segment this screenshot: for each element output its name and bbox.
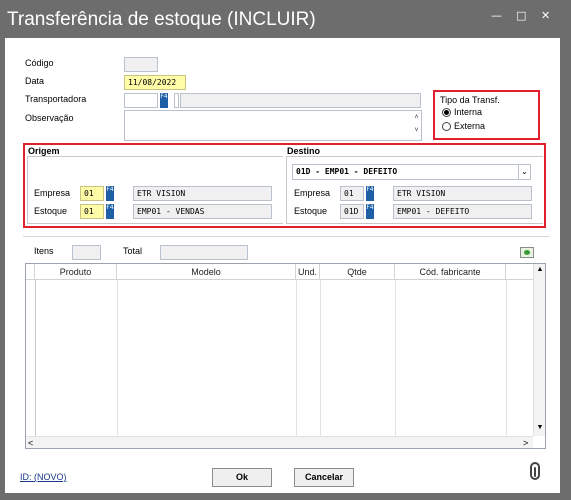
scroll-right-icon[interactable]: > bbox=[523, 437, 528, 449]
radio-externa-label[interactable]: Externa bbox=[454, 121, 485, 131]
scroll-up-icon[interactable]: ▲ bbox=[534, 266, 546, 273]
codigo-label: Código bbox=[25, 58, 54, 68]
items-grid: Produto Modelo Und. Qtde Cód. fabricante… bbox=[25, 263, 546, 449]
total-field bbox=[160, 245, 248, 260]
cancel-button[interactable]: Cancelar bbox=[294, 468, 354, 487]
col-produto[interactable]: Produto bbox=[35, 264, 117, 280]
radio-externa[interactable] bbox=[442, 122, 451, 131]
origem-empresa-code[interactable]: 01 bbox=[80, 186, 104, 201]
radio-interna[interactable] bbox=[442, 108, 451, 117]
col-cod-fabricante[interactable]: Cód. fabricante bbox=[395, 264, 506, 280]
transportadora-name-field bbox=[180, 93, 421, 108]
origem-empresa-name: ETR VISION bbox=[133, 186, 272, 201]
grid-line bbox=[296, 280, 297, 437]
origem-empresa-label: Empresa bbox=[34, 188, 71, 198]
maximize-button[interactable]: □ bbox=[516, 9, 526, 22]
origem-title: Origem bbox=[28, 146, 60, 156]
origem-estoque-code[interactable]: 01 bbox=[80, 204, 104, 219]
scroll-left-icon[interactable]: < bbox=[28, 437, 33, 449]
origem-estoque-name: EMP01 - VENDAS bbox=[133, 204, 272, 219]
origem-destino-group: Origem Destino Empresa 01 F4 ETR VISION … bbox=[23, 143, 546, 228]
title-bar: Transferência de estoque (INCLUIR) — □ ✕ bbox=[0, 0, 571, 38]
col-qtde[interactable]: Qtde bbox=[320, 264, 395, 280]
observacao-scrollbar[interactable]: ˄ ˅ bbox=[412, 111, 421, 140]
tipo-transf-group: Tipo da Transf. Interna Externa bbox=[433, 90, 540, 140]
radio-interna-label[interactable]: Interna bbox=[454, 107, 482, 117]
close-button[interactable]: ✕ bbox=[541, 9, 550, 22]
grid-header: Produto Modelo Und. Qtde Cód. fabricante bbox=[26, 264, 533, 280]
grid-line bbox=[35, 280, 36, 437]
paperclip-icon[interactable] bbox=[530, 462, 540, 480]
export-icon[interactable] bbox=[520, 247, 534, 258]
grid-line bbox=[320, 280, 321, 437]
destino-empresa-name: ETR VISION bbox=[393, 186, 532, 201]
form-body: Código Data 11/08/2022 Transportadora F4… bbox=[5, 38, 560, 493]
tipo-transf-title: Tipo da Transf. bbox=[440, 95, 500, 105]
destino-empresa-label: Empresa bbox=[294, 188, 331, 198]
col-modelo[interactable]: Modelo bbox=[117, 264, 296, 280]
data-field[interactable]: 11/08/2022 bbox=[124, 75, 186, 90]
destino-empresa-code[interactable]: 01 bbox=[340, 186, 364, 201]
window-title: Transferência de estoque (INCLUIR) bbox=[7, 9, 316, 30]
scroll-down-icon[interactable]: ▼ bbox=[534, 424, 546, 431]
itens-label: Itens bbox=[34, 246, 54, 256]
itens-count-field bbox=[72, 245, 101, 260]
grid-line bbox=[506, 280, 507, 437]
window: Transferência de estoque (INCLUIR) — □ ✕… bbox=[0, 0, 571, 500]
destino-estoque-name: EMP01 - DEFEITO bbox=[393, 204, 532, 219]
observacao-label: Observação bbox=[25, 113, 74, 123]
grid-line bbox=[395, 280, 396, 437]
origem-estoque-label: Estoque bbox=[34, 206, 68, 216]
origem-empresa-f4-icon[interactable]: F4 bbox=[106, 186, 114, 201]
vertical-scrollbar[interactable]: ▲ ▼ bbox=[533, 264, 545, 436]
transportadora-label: Transportadora bbox=[25, 94, 87, 104]
ok-button[interactable]: Ok bbox=[212, 468, 272, 487]
grid-header-indicator bbox=[26, 264, 35, 280]
transportadora-separator bbox=[174, 93, 179, 108]
scroll-down-icon[interactable]: ˅ bbox=[412, 124, 421, 137]
col-und[interactable]: Und. bbox=[296, 264, 320, 280]
data-label: Data bbox=[25, 76, 45, 86]
codigo-field[interactable] bbox=[124, 57, 158, 72]
destino-empresa-f4-icon[interactable]: F4 bbox=[366, 186, 374, 201]
transportadora-f4-icon[interactable]: F4 bbox=[160, 93, 168, 108]
scroll-up-icon[interactable]: ˄ bbox=[412, 111, 421, 124]
destino-select[interactable]: 01D - EMP01 - DEFEITO bbox=[292, 164, 531, 180]
destino-estoque-label: Estoque bbox=[294, 206, 328, 216]
observacao-field[interactable] bbox=[124, 110, 422, 141]
destino-title: Destino bbox=[287, 146, 321, 156]
transportadora-code-field[interactable] bbox=[124, 93, 158, 108]
itens-divider bbox=[23, 236, 550, 237]
record-id-link[interactable]: ID: (NOVO) bbox=[20, 472, 67, 482]
chevron-down-icon[interactable]: ⌄ bbox=[518, 165, 530, 179]
destino-estoque-code[interactable]: 01D bbox=[340, 204, 364, 219]
horizontal-scrollbar[interactable]: < > bbox=[26, 436, 533, 448]
origem-estoque-f4-icon[interactable]: F4 bbox=[106, 204, 114, 219]
minimize-button[interactable]: — bbox=[491, 9, 502, 22]
destino-estoque-f4-icon[interactable]: F4 bbox=[366, 204, 374, 219]
grid-line bbox=[117, 280, 118, 437]
total-label: Total bbox=[123, 246, 143, 256]
